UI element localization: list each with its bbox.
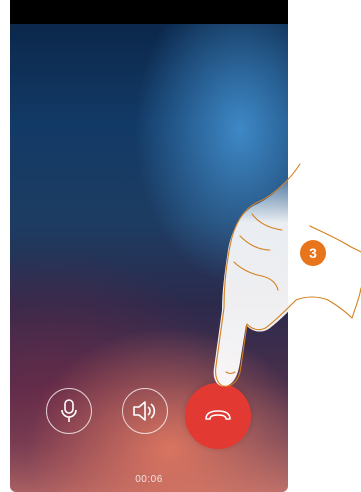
- status-bar: [10, 0, 288, 24]
- end-call-button[interactable]: [185, 383, 251, 449]
- mute-microphone-button[interactable]: [46, 388, 92, 434]
- speaker-icon: [133, 401, 156, 421]
- microphone-icon: [61, 399, 77, 422]
- hang-up-icon: [205, 410, 231, 420]
- call-duration: 00:06: [135, 474, 163, 485]
- step-number-badge: 3: [300, 240, 326, 266]
- call-screen: 00:06: [10, 0, 288, 492]
- speaker-volume-button[interactable]: [122, 388, 168, 434]
